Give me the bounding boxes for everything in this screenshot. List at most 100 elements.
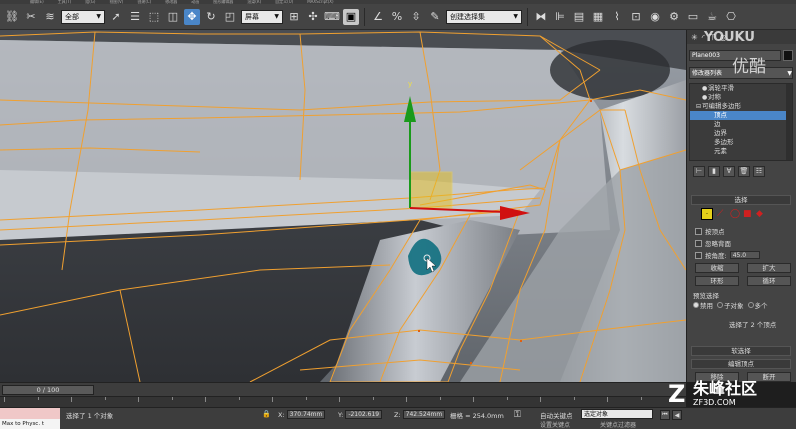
- edit-named-sel-icon[interactable]: ✎: [427, 9, 443, 25]
- element-level-icon[interactable]: ◆: [756, 209, 765, 219]
- z-field[interactable]: 742.524mm: [402, 410, 446, 419]
- unlink-icon[interactable]: ✂: [23, 9, 39, 25]
- by-angle-spinner[interactable]: 45.0: [729, 251, 760, 259]
- goto-start-icon[interactable]: ⏮: [660, 410, 670, 420]
- select-scale-icon[interactable]: ◰: [222, 9, 238, 25]
- modifier-stack-item[interactable]: ●涡轮平滑: [690, 84, 792, 93]
- create-tab-icon[interactable]: ✳: [691, 33, 698, 42]
- material-editor-icon[interactable]: ◉: [647, 9, 663, 25]
- bind-spacewarp-icon[interactable]: ≋: [42, 9, 58, 25]
- maxscript-listener-top[interactable]: [0, 408, 60, 419]
- named-selection-dropdown[interactable]: 创建选择集 ▼: [446, 9, 522, 24]
- loop-button[interactable]: 循环: [747, 276, 791, 286]
- selection-filter-dropdown[interactable]: 全部 ▼: [61, 9, 105, 24]
- x-label: X:: [278, 410, 285, 419]
- z-label: Z:: [394, 410, 401, 419]
- set-key-button[interactable]: 设置关键点: [540, 420, 570, 429]
- checkbox[interactable]: [695, 251, 702, 259]
- pivot-center-icon[interactable]: ⊞: [286, 9, 302, 25]
- layer-manager-icon[interactable]: ▤: [571, 9, 587, 25]
- edge-level-icon[interactable]: ⟋: [717, 209, 726, 219]
- preview-off-radio[interactable]: 禁用: [693, 300, 713, 310]
- by-angle-checkbox[interactable]: 按角度: 45.0: [695, 250, 760, 260]
- ring-button[interactable]: 环形: [695, 276, 739, 286]
- reference-coord-dropdown[interactable]: 屏幕 ▼: [241, 9, 283, 24]
- border-level-icon[interactable]: ◯: [730, 209, 740, 219]
- modifier-stack-item[interactable]: 元素: [690, 147, 792, 156]
- selection-rollout-title[interactable]: 选择: [691, 195, 791, 205]
- select-move-icon[interactable]: ✥: [184, 8, 200, 25]
- render-setup-icon[interactable]: ⚙: [666, 9, 682, 25]
- edit-vertices-rollout-title[interactable]: 编辑顶点: [691, 359, 791, 369]
- modifier-stack-item[interactable]: 顶点: [690, 111, 792, 120]
- preview-subobject-radio[interactable]: 子对象: [717, 300, 744, 310]
- x-field[interactable]: 370.74mm: [286, 410, 326, 419]
- keyboard-shortcut-icon[interactable]: ⌨: [324, 9, 340, 25]
- track-tick: [138, 397, 139, 402]
- time-slider[interactable]: 0 / 100: [2, 385, 94, 395]
- render-iterative-icon[interactable]: ⎔: [723, 9, 739, 25]
- align-icon[interactable]: ⊫: [552, 9, 568, 25]
- command-panel: ✳ ◜ ⊤ ◎ Plane003 修改器列表 ▼ ●涡轮平滑 ●对称 ⊟可编辑多边形…: [686, 30, 796, 382]
- modifier-stack-item[interactable]: 边: [690, 120, 792, 129]
- rect-selection-icon[interactable]: ⬚: [146, 9, 162, 25]
- rendered-frame-icon[interactable]: ▭: [685, 9, 701, 25]
- object-color-swatch[interactable]: [783, 50, 793, 61]
- shrink-button[interactable]: 收缩: [695, 263, 739, 273]
- remove-modifier-icon[interactable]: 🗑: [738, 165, 750, 177]
- stack-buttons: ⊢ ▮ ∀ 🗑 ☷: [689, 164, 793, 178]
- key-selection-set-dropdown[interactable]: 选定对象: [581, 409, 653, 419]
- prev-frame-icon[interactable]: ◀: [672, 410, 682, 420]
- stack-scrollbar[interactable]: [786, 84, 792, 160]
- ignore-backfacing-checkbox[interactable]: 忽略背面: [695, 238, 731, 248]
- key-icon[interactable]: ⚿: [514, 410, 521, 420]
- select-by-name-icon[interactable]: ☰: [127, 9, 143, 25]
- by-vertex-checkbox[interactable]: 按顶点: [695, 226, 725, 236]
- angle-snap-icon[interactable]: ∠: [370, 9, 386, 25]
- graphite-toolbar-icon[interactable]: ▦: [590, 9, 606, 25]
- percent-snap-icon[interactable]: %: [389, 9, 405, 25]
- modifier-stack-item[interactable]: 多边形: [690, 138, 792, 147]
- snap-toggle-icon[interactable]: ▣: [343, 8, 359, 25]
- schematic-view-icon[interactable]: ⊡: [628, 9, 644, 25]
- track-tick: [406, 397, 407, 402]
- modifier-stack-item[interactable]: ⊟可编辑多边形: [690, 102, 792, 111]
- vertex-level-icon[interactable]: ·: [701, 208, 713, 220]
- soft-selection-rollout-title[interactable]: 软选择: [691, 346, 791, 356]
- modifier-stack-item[interactable]: 边界: [690, 129, 792, 138]
- auto-key-button[interactable]: 自动关键点: [540, 410, 573, 420]
- x-coord: X: 370.74mm: [278, 410, 326, 419]
- track-tick: [540, 397, 541, 402]
- polygon-level-icon[interactable]: ■: [743, 209, 752, 219]
- svg-text:y: y: [408, 80, 412, 88]
- show-end-result-icon[interactable]: ▮: [708, 165, 720, 177]
- make-unique-icon[interactable]: ∀: [723, 165, 735, 177]
- mirror-icon[interactable]: ⧓: [533, 9, 549, 25]
- checkbox[interactable]: [695, 227, 702, 235]
- select-manipulate-icon[interactable]: ✣: [305, 9, 321, 25]
- key-filters-button[interactable]: 关键点过滤器: [600, 420, 636, 429]
- link-icon[interactable]: ⛓: [4, 9, 20, 25]
- checkbox[interactable]: [695, 239, 702, 247]
- maxscript-listener-bottom[interactable]: Max to Physc. t: [0, 419, 60, 429]
- time-slider-track[interactable]: 0 / 100: [0, 382, 686, 396]
- select-rotate-icon[interactable]: ↻: [203, 9, 219, 25]
- pin-stack-icon[interactable]: ⊢: [693, 165, 705, 177]
- preview-multi-radio[interactable]: 多个: [747, 300, 768, 310]
- grow-button[interactable]: 扩大: [747, 263, 791, 273]
- spinner-snap-icon[interactable]: ⇳: [408, 9, 424, 25]
- select-object-icon[interactable]: ➚: [108, 9, 124, 25]
- modifier-stack-label: 多边形: [714, 138, 734, 146]
- track-tick: [171, 397, 173, 400]
- modifier-stack-label: 顶点: [714, 111, 727, 119]
- configure-sets-icon[interactable]: ☷: [753, 165, 765, 177]
- lock-icon[interactable]: 🔒: [262, 410, 271, 418]
- track-bar[interactable]: [0, 396, 686, 407]
- perspective-viewport[interactable]: y: [0, 30, 686, 382]
- y-field[interactable]: -2102.619: [345, 410, 383, 419]
- track-tick: [37, 397, 39, 400]
- render-icon[interactable]: ☕: [704, 9, 720, 25]
- window-crossing-icon[interactable]: ◫: [165, 9, 181, 25]
- curve-editor-icon[interactable]: ⌇: [609, 9, 625, 25]
- modifier-stack-item[interactable]: ●对称: [690, 93, 792, 102]
